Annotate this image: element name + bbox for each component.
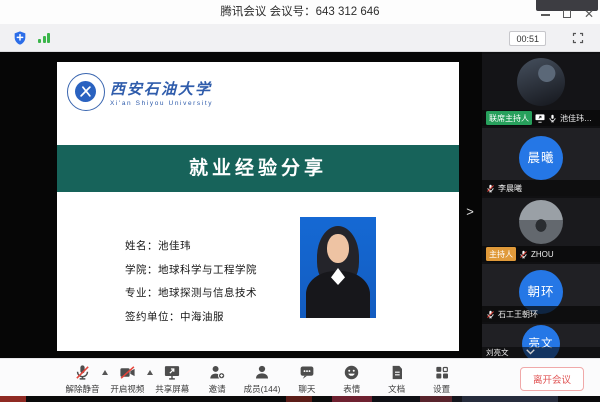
slide-title: 就业经验分享 (57, 145, 459, 192)
university-name-en: Xi'an Shiyou University (110, 100, 213, 107)
info-name: 姓名：池佳玮 (125, 238, 257, 253)
participant-name: 刘亮文 (486, 347, 509, 358)
slide-title-banner: 就业经验分享 (57, 145, 459, 192)
reactions-button[interactable]: 表情 (329, 363, 374, 395)
mic-muted-icon (486, 310, 495, 319)
tool-label: 表情 (343, 383, 360, 395)
security-shield-icon[interactable] (12, 30, 28, 46)
participant-tile[interactable]: 晨曦 李晨曦 (482, 128, 600, 196)
window-title-bar: 腾讯会议 会议号：643 312 646 ✕ (0, 0, 600, 24)
info-college: 学院：地球科学与工程学院 (125, 262, 257, 277)
id-photo (300, 217, 376, 318)
leave-meeting-button[interactable]: 离开会议 (520, 367, 584, 391)
tool-label: 开启视频 (110, 383, 144, 395)
tool-label: 邀请 (209, 383, 226, 395)
emoji-icon (343, 363, 360, 381)
avatar (519, 200, 563, 244)
settings-grid-icon (434, 363, 450, 381)
info-major: 专业：地球探测与信息技术 (125, 285, 257, 300)
network-signal-icon[interactable] (38, 33, 50, 43)
participant-name: 石工王朝环 (498, 309, 538, 320)
avatar: 晨曦 (519, 136, 563, 180)
chevron-down-icon[interactable] (526, 348, 535, 357)
desktop-taskbar-sliver (0, 396, 600, 402)
members-icon (253, 363, 271, 381)
participants-sidebar: 联席主持人 池佳玮的... 晨曦 李晨曦 主持人 (482, 52, 600, 358)
invite-icon (208, 363, 226, 381)
invite-button[interactable]: 邀请 (195, 363, 240, 395)
university-logo: 西安石油大学 Xi'an Shiyou University (67, 73, 213, 111)
participant-name: 李晨曦 (498, 183, 522, 194)
mic-muted-icon (486, 184, 495, 193)
sidebar-toggle-chevron-icon[interactable]: > (463, 202, 477, 222)
mic-muted-icon (519, 250, 528, 259)
maximize-icon[interactable] (563, 10, 571, 18)
tool-label: 共享屏幕 (155, 383, 189, 395)
university-name-cn: 西安石油大学 (110, 78, 213, 99)
share-screen-button[interactable]: 共享屏幕 (150, 363, 195, 395)
tool-label: 聊天 (298, 383, 315, 395)
meeting-status-bar: 00:51 (0, 24, 600, 52)
host-badge: 主持人 (486, 247, 516, 261)
window-controls: ✕ (541, 0, 594, 24)
participant-tile[interactable]: 主持人 ZHOU (482, 198, 600, 262)
share-screen-icon (163, 363, 181, 381)
docs-button[interactable]: 文档 (374, 363, 419, 395)
university-emblem-icon (67, 73, 105, 111)
minimize-icon[interactable] (541, 14, 550, 16)
tool-label: 解除静音 (65, 383, 99, 395)
slide-info-block: 姓名：池佳玮 学院：地球科学与工程学院 专业：地球探测与信息技术 签约单位：中海… (125, 238, 257, 332)
tool-label: 设置 (433, 383, 450, 395)
fullscreen-icon[interactable] (572, 32, 584, 44)
chat-button[interactable]: 聊天 (284, 363, 329, 395)
mic-muted-icon (74, 363, 91, 381)
info-employer: 签约单位：中海油服 (125, 309, 257, 324)
tool-label: 文档 (388, 383, 405, 395)
mic-on-icon (548, 114, 557, 123)
participant-name: ZHOU (531, 250, 554, 259)
close-icon[interactable]: ✕ (584, 9, 594, 19)
participant-tile[interactable]: 亮文 刘亮文 (482, 324, 600, 358)
meeting-timer: 00:51 (509, 31, 546, 46)
meeting-toolbar: 解除静音 开启视频 共享屏幕 邀请 成员(144) (0, 358, 600, 396)
meeting-title: 腾讯会议 会议号：643 312 646 (0, 0, 600, 24)
members-button[interactable]: 成员(144) (240, 363, 285, 395)
participant-name: 池佳玮的... (560, 113, 596, 124)
start-video-button[interactable]: 开启视频 (105, 363, 150, 395)
settings-button[interactable]: 设置 (419, 363, 464, 395)
cohost-badge: 联席主持人 (486, 111, 532, 125)
camera-muted-icon (118, 363, 137, 381)
shared-slide: 西安石油大学 Xi'an Shiyou University 就业经验分享 姓名… (57, 62, 459, 351)
participant-tile[interactable]: 朝环 石工王朝环 (482, 264, 600, 322)
chat-icon (298, 363, 316, 381)
avatar (517, 58, 565, 106)
meeting-stage: 西安石油大学 Xi'an Shiyou University 就业经验分享 姓名… (0, 52, 600, 358)
unmute-button[interactable]: 解除静音 (60, 363, 105, 395)
screen-sharing-icon (535, 114, 545, 123)
document-icon (389, 363, 405, 381)
tool-label: 成员(144) (244, 383, 281, 395)
participant-tile[interactable]: 联席主持人 池佳玮的... (482, 54, 600, 126)
